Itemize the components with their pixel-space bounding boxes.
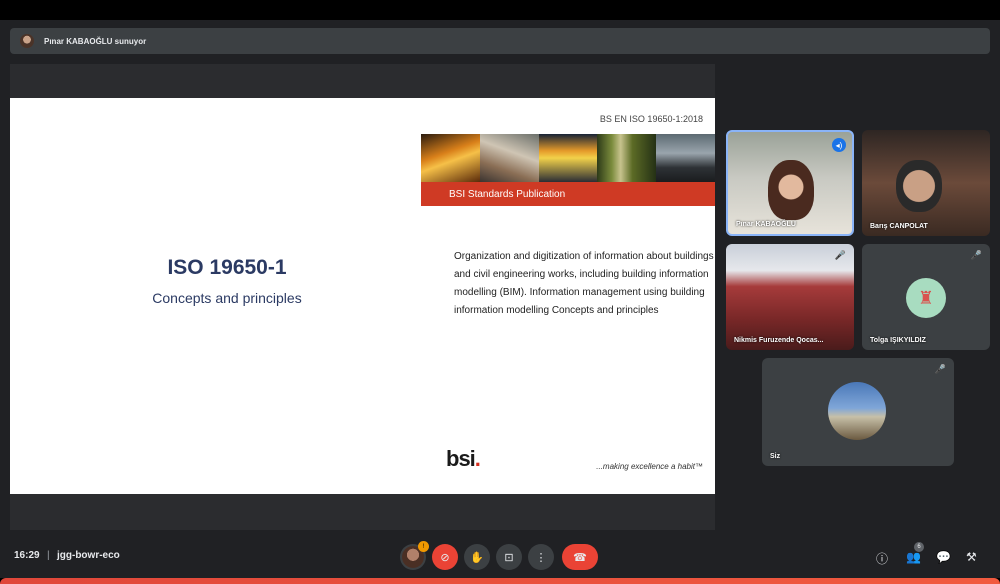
info-icon[interactable]: ⓘ [876, 550, 888, 567]
slide-subtitle: Concepts and principles [152, 290, 302, 306]
banner-photo-4 [597, 134, 657, 182]
slide-description: Organization and digitization of informa… [454, 251, 714, 316]
presentation-stage: BS EN ISO 19650-1:2018 BSI Standards Pub… [10, 64, 715, 530]
banner-photo-5 [656, 134, 715, 182]
participant-video [896, 160, 942, 212]
people-count-badge: 6 [914, 542, 924, 552]
present-icon: ⊡ [504, 551, 514, 564]
mic-off-icon: 🎤 [934, 364, 946, 374]
activities-icon[interactable]: ⚒ [966, 550, 977, 564]
bottom-toolbar: 16:29 | jgg-bowr-eco ! ⊘ ✋ ⊡ ⋮ ☎ ⓘ 👥 6 💬… [0, 540, 1000, 576]
participant-name: Tolga IŞIKYILDIZ [870, 337, 926, 344]
more-options-button[interactable]: ⋮ [528, 544, 554, 570]
hand-icon: ✋ [470, 551, 484, 564]
browser-top-bar [0, 0, 1000, 20]
end-call-button[interactable]: ☎ [562, 544, 598, 570]
self-avatar-button[interactable]: ! [400, 541, 429, 570]
meet-window: Pınar KABAOĞLU sunuyor BS EN ISO 19650-1… [0, 20, 1000, 578]
presenter-label: Pınar KABAOĞLU sunuyor [44, 36, 147, 46]
end-call-icon: ☎ [573, 551, 587, 564]
banner-label: BSI Standards Publication [421, 182, 715, 206]
slide: BS EN ISO 19650-1:2018 BSI Standards Pub… [10, 98, 715, 494]
meeting-code: jgg-bowr-eco [57, 550, 120, 561]
banner-photo-2 [479, 134, 539, 182]
bsi-logo: bsi. [446, 446, 481, 472]
participant-video [768, 160, 814, 220]
slide-tagline: ...making excellence a habit™ [596, 462, 703, 471]
people-button[interactable]: 👥 6 [906, 542, 924, 564]
taskbar-edge [0, 578, 1000, 584]
banner-photo-strip [421, 134, 715, 182]
mic-off-icon: 🎤 [834, 250, 846, 260]
speaking-indicator-icon: ◂) [832, 138, 846, 152]
self-tile[interactable]: 🎤 Siz [762, 358, 954, 466]
raise-hand-button[interactable]: ✋ [464, 544, 490, 570]
bsi-logo-text: bsi [446, 446, 476, 471]
presenter-avatar [20, 34, 34, 48]
separator: | [47, 550, 50, 561]
participant-name: Pınar KABAOĞLU [736, 221, 796, 228]
participant-tile[interactable]: ◂) Pınar KABAOĞLU [726, 130, 854, 236]
present-button[interactable]: ⊡ [496, 544, 522, 570]
participant-tile[interactable]: Barış CANPOLAT [862, 130, 990, 236]
self-avatar [828, 382, 886, 440]
chat-icon[interactable]: 💬 [936, 550, 951, 564]
banner-photo-1 [421, 134, 480, 182]
camera-toggle-button[interactable]: ⊘ [432, 544, 458, 570]
participant-tile[interactable]: 🎤 ♜ Tolga IŞIKYILDIZ [862, 244, 990, 350]
participant-name: Siz [770, 453, 781, 460]
slide-title: ISO 19650-1 [167, 256, 287, 279]
standard-code: BS EN ISO 19650-1:2018 [599, 114, 703, 124]
tower-icon: ♜ [917, 287, 935, 308]
warning-badge: ! [418, 541, 429, 552]
mic-off-icon: 🎤 [970, 250, 982, 260]
presenter-banner: Pınar KABAOĞLU sunuyor [10, 28, 990, 54]
participant-name: Barış CANPOLAT [870, 223, 928, 230]
camera-off-icon: ⊘ [440, 551, 450, 564]
more-icon: ⋮ [535, 551, 547, 564]
bsi-banner: BSI Standards Publication [421, 134, 715, 206]
participant-name: Nikmis Furuzende Qocas... [734, 337, 824, 344]
participant-tile[interactable]: 🎤 Nikmis Furuzende Qocas... [726, 244, 854, 350]
clock: 16:29 [14, 550, 40, 561]
bsi-logo-dot: . [474, 446, 481, 471]
banner-photo-3 [538, 134, 598, 182]
people-icon: 👥 [906, 550, 921, 564]
participant-avatar: ♜ [906, 278, 946, 318]
